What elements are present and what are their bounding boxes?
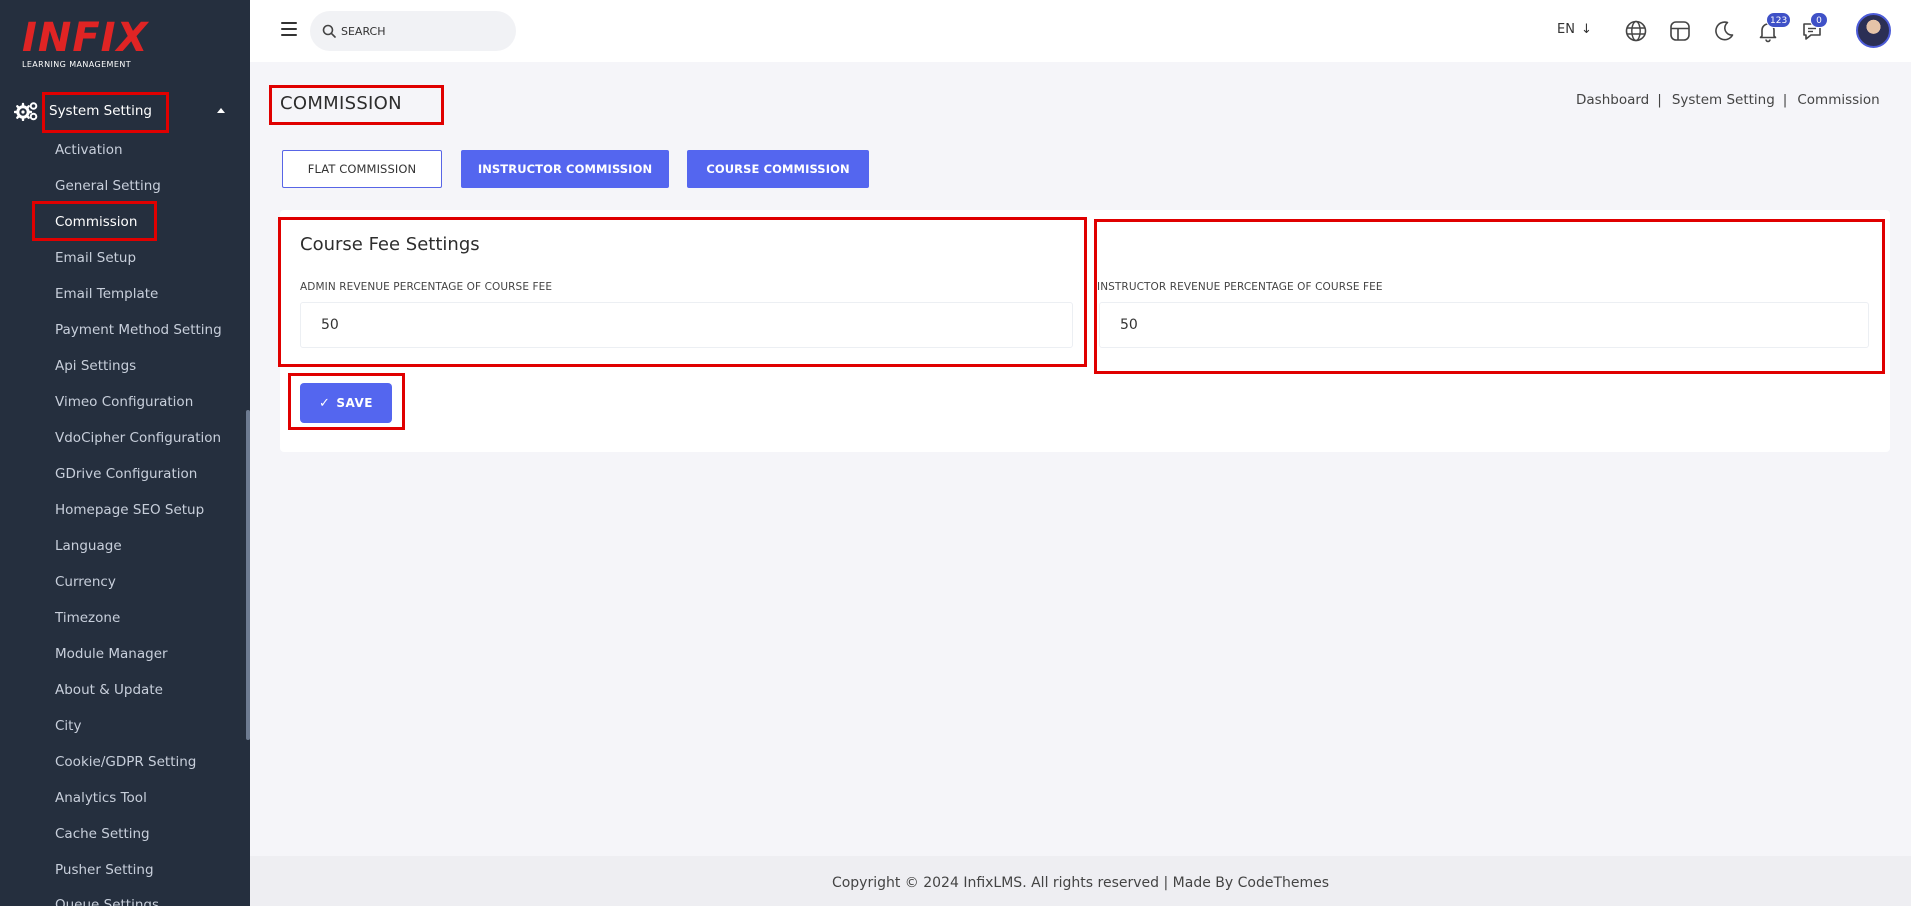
sidebar-item-email-setup[interactable]: Email Setup — [55, 249, 136, 267]
search-box — [310, 11, 516, 51]
search-icon — [322, 24, 336, 38]
user-avatar[interactable] — [1856, 13, 1891, 48]
breadcrumb-system-setting[interactable]: System Setting — [1672, 92, 1775, 108]
logo[interactable]: INFIX LEARNING MANAGEMENT — [22, 18, 152, 69]
logo-wordmark: INFIX — [22, 15, 149, 61]
notifications-button[interactable]: 123 — [1756, 12, 1792, 43]
sidebar-item-currency[interactable]: Currency — [55, 573, 116, 591]
sidebar-item-system-setting[interactable]: System Setting — [0, 96, 250, 126]
page-title: COMMISSION — [280, 93, 402, 114]
sidebar-item-activation[interactable]: Activation — [55, 141, 123, 159]
tab-course-commission[interactable]: COURSE COMMISSION — [687, 150, 869, 188]
layout-icon[interactable] — [1668, 19, 1692, 43]
search-input[interactable] — [341, 21, 501, 41]
message-count-badge: 0 — [1810, 12, 1828, 28]
breadcrumb: Dashboard | System Setting | Commission — [1576, 92, 1880, 108]
check-icon: ✓ — [318, 395, 331, 411]
sidebar-item-module-manager[interactable]: Module Manager — [55, 645, 168, 663]
sidebar-item-label: System Setting — [49, 103, 152, 119]
language-selector[interactable]: EN ↓ — [1557, 22, 1592, 37]
sidebar-item-language[interactable]: Language — [55, 537, 122, 555]
tab-instructor-commission[interactable]: INSTRUCTOR COMMISSION — [461, 150, 669, 188]
sidebar-item-vimeo-configuration[interactable]: Vimeo Configuration — [55, 393, 193, 411]
moon-icon[interactable] — [1712, 19, 1736, 43]
instructor-revenue-input[interactable] — [1099, 302, 1869, 348]
sidebar-item-payment-method-setting[interactable]: Payment Method Setting — [55, 321, 222, 339]
sidebar-item-api-settings[interactable]: Api Settings — [55, 357, 136, 375]
language-code: EN — [1557, 22, 1575, 37]
instructor-revenue-label: INSTRUCTOR REVENUE PERCENTAGE OF COURSE … — [1097, 281, 1383, 293]
sidebar-item-commission[interactable]: Commission — [55, 213, 137, 231]
menu-toggle-icon[interactable] — [281, 22, 297, 36]
globe-icon[interactable] — [1624, 19, 1648, 43]
sidebar-item-gdrive-configuration[interactable]: GDrive Configuration — [55, 465, 197, 483]
save-button[interactable]: ✓ SAVE — [300, 383, 392, 423]
footer: Copyright © 2024 InfixLMS. All rights re… — [250, 856, 1911, 906]
sidebar-item-cookie-gdpr-setting[interactable]: Cookie/GDPR Setting — [55, 753, 196, 771]
breadcrumb-commission: Commission — [1797, 92, 1880, 108]
admin-revenue-input[interactable] — [300, 302, 1073, 348]
messages-button[interactable]: 0 — [1800, 12, 1828, 43]
sidebar-item-vdocipher-configuration[interactable]: VdoCipher Configuration — [55, 429, 221, 447]
sidebar-item-about-update[interactable]: About & Update — [55, 681, 163, 699]
gears-icon — [14, 102, 38, 121]
sidebar-item-queue-settings[interactable]: Queue Settings — [55, 896, 159, 906]
sidebar-item-city[interactable]: City — [55, 717, 81, 735]
notification-count-badge: 123 — [1766, 12, 1792, 28]
sidebar-item-homepage-seo-setup[interactable]: Homepage SEO Setup — [55, 501, 204, 519]
arrow-down-icon: ↓ — [1580, 22, 1592, 37]
card-title: Course Fee Settings — [300, 234, 480, 255]
breadcrumb-dashboard[interactable]: Dashboard — [1576, 92, 1649, 108]
logo-tagline: LEARNING MANAGEMENT — [22, 60, 131, 69]
admin-revenue-label: ADMIN REVENUE PERCENTAGE OF COURSE FEE — [300, 281, 553, 293]
sidebar-item-email-template[interactable]: Email Template — [55, 285, 158, 303]
topbar: EN ↓ 123 0 — [250, 0, 1911, 62]
sidebar: INFIX LEARNING MANAGEMENT System Setting… — [0, 0, 250, 906]
save-button-label: SAVE — [336, 396, 373, 410]
sidebar-item-timezone[interactable]: Timezone — [55, 609, 120, 627]
sidebar-item-cache-setting[interactable]: Cache Setting — [55, 825, 150, 843]
sidebar-item-pusher-setting[interactable]: Pusher Setting — [55, 861, 154, 879]
tab-flat-commission[interactable]: FLAT COMMISSION — [282, 150, 442, 188]
sidebar-scrollbar[interactable] — [246, 410, 250, 740]
sidebar-item-general-setting[interactable]: General Setting — [55, 177, 161, 195]
caret-up-icon — [217, 108, 225, 113]
sidebar-item-analytics-tool[interactable]: Analytics Tool — [55, 789, 147, 807]
